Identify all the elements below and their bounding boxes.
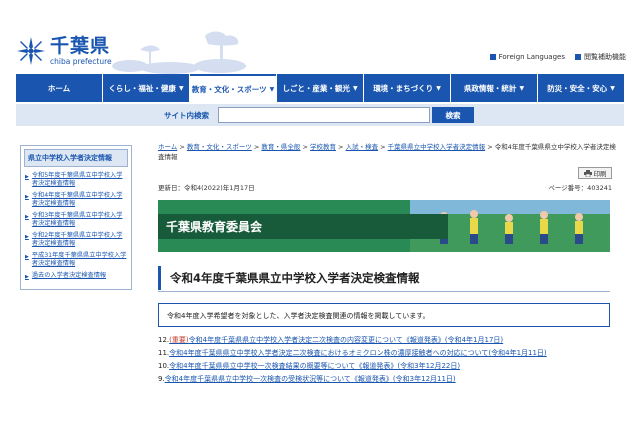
site-search-bar: サイト内検索 検索 bbox=[16, 104, 624, 126]
nav-living[interactable]: くらし・福祉・健康 ▼ bbox=[103, 74, 189, 102]
nav-environment[interactable]: 環境・まちづくり ▼ bbox=[364, 74, 450, 102]
breadcrumb: ホーム > 教育・文化・スポーツ > 教育・県全般 > 学校教育 > 入試・検査… bbox=[158, 143, 616, 161]
breadcrumb-link[interactable]: ホーム bbox=[158, 143, 177, 151]
chevron-down-icon: ▼ bbox=[269, 85, 275, 93]
logo-subtitle: chiba prefecture bbox=[50, 56, 112, 66]
site-logo[interactable]: 千葉県 chiba prefecture bbox=[16, 36, 112, 66]
sidebar-item[interactable]: ▶ 令和5年度千葉県県立中学校入学者決定検査情報 bbox=[25, 172, 127, 188]
news-item[interactable]: 10.令和4年度千葉県県立中学校一次検査結果の概要等について《報道発表》(令和3… bbox=[158, 360, 620, 373]
chevron-down-icon: ▼ bbox=[519, 84, 525, 92]
breadcrumb-link[interactable]: 学校教育 bbox=[310, 143, 336, 151]
updated-date: 更新日：令和4(2022)年1月17日 bbox=[158, 184, 255, 192]
search-label: サイト内検索 bbox=[164, 110, 209, 120]
news-item[interactable]: 12.(重要)令和4年度千葉県県立中学校入学者決定二次検査の内容変更について《報… bbox=[158, 334, 620, 347]
print-button[interactable]: 印刷 bbox=[578, 167, 612, 179]
foreign-languages-link[interactable]: Foreign Languages bbox=[489, 52, 565, 62]
breadcrumb-link[interactable]: 入試・検査 bbox=[346, 143, 379, 151]
chevron-down-icon: ▼ bbox=[178, 84, 184, 92]
news-list: 12.(重要)令和4年度千葉県県立中学校入学者決定二次検査の内容変更について《報… bbox=[158, 334, 620, 386]
arrow-right-icon: ▶ bbox=[25, 194, 29, 200]
important-tag: (重要) bbox=[169, 336, 189, 344]
chevron-down-icon: ▼ bbox=[352, 84, 358, 92]
nav-work[interactable]: しごと・産業・観光 ▼ bbox=[277, 74, 363, 102]
chevron-down-icon: ▼ bbox=[610, 84, 615, 92]
sidebar-list: ▶ 令和5年度千葉県県立中学校入学者決定検査情報 ▶ 令和4年度千葉県県立中学校入学… bbox=[21, 170, 131, 289]
search-input[interactable] bbox=[218, 107, 430, 123]
chevron-down-icon: ▼ bbox=[436, 84, 441, 92]
nav-safety[interactable]: 防災・安全・安心 ▼ bbox=[538, 74, 624, 102]
page-id: ページ番号：403241 bbox=[548, 184, 612, 192]
intro-box: 令和4年度入学希望者を対象とした、入学者決定検査関連の情報を掲載しています。 bbox=[158, 303, 610, 327]
sidebar-title[interactable]: 県立中学校入学者決定情報 bbox=[24, 149, 128, 167]
news-item[interactable]: 9.令和4年度千葉県県立中学校一次検査の受検状況等について《報道発表》(令和3年… bbox=[158, 373, 620, 386]
sidebar-item[interactable]: ▶ 令和2年度千葉県県立中学校入学者決定検査情報 bbox=[25, 232, 127, 248]
chiba-emblem-icon bbox=[17, 37, 45, 65]
arrow-right-icon: ▶ bbox=[25, 234, 29, 240]
nav-home[interactable]: ホーム bbox=[16, 74, 102, 102]
page-title: 令和4年度千葉県県立中学校入学者決定検査情報 bbox=[170, 271, 420, 285]
global-nav: ホーム くらし・福祉・健康 ▼ 教育・文化・スポーツ ▼ しごと・産業・観光 ▼ 環境… bbox=[16, 74, 624, 102]
breadcrumb-link[interactable]: 教育・県全般 bbox=[261, 143, 300, 151]
site-header: 千葉県 chiba prefecture Foreign Languages 閲… bbox=[0, 0, 640, 74]
sidebar-item[interactable]: ▶ 平成31年度千葉県県立中学校入学者決定検査情報 bbox=[25, 252, 127, 268]
page-title-block: 令和4年度千葉県県立中学校入学者決定検査情報 bbox=[158, 266, 610, 292]
sidebar-item[interactable]: ▶ 過去の入学者決定検査情報 bbox=[25, 272, 127, 281]
board-of-education-banner: 千葉県教育委員会 bbox=[158, 200, 610, 252]
search-button[interactable]: 検索 bbox=[432, 107, 474, 123]
sidebar-item[interactable]: ▶ 令和4年度千葉県県立中学校入学者決定検査情報 bbox=[25, 192, 127, 208]
arrow-right-icon: ▶ bbox=[25, 274, 29, 280]
link-bullet-icon bbox=[575, 54, 581, 60]
arrow-right-icon: ▶ bbox=[25, 174, 29, 180]
link-bullet-icon bbox=[489, 54, 496, 60]
news-item[interactable]: 11.令和4年度千葉県県立中学校入学者決定二次検査におけるオミクロン株の濃厚接触… bbox=[158, 347, 620, 360]
title-accent-bar bbox=[158, 266, 161, 290]
nav-education[interactable]: 教育・文化・スポーツ ▼ bbox=[190, 74, 276, 102]
printer-icon bbox=[583, 169, 592, 177]
breadcrumb-link[interactable]: 千葉県県立中学校入学者決定情報 bbox=[388, 143, 486, 151]
logo-title: 千葉県 bbox=[50, 34, 111, 57]
breadcrumb-link[interactable]: 教育・文化・スポーツ bbox=[187, 143, 252, 151]
nav-government[interactable]: 県政情報・統計 ▼ bbox=[451, 74, 537, 102]
arrow-right-icon: ▶ bbox=[25, 214, 29, 220]
arrow-right-icon: ▶ bbox=[25, 254, 29, 260]
local-nav-sidebar: 県立中学校入学者決定情報 ▶ 令和5年度千葉県県立中学校入学者決定検査情報 ▶ 令和… bbox=[20, 145, 132, 290]
accessibility-link[interactable]: 閲覧補助機能 bbox=[575, 52, 626, 62]
banner-title: 千葉県教育委員会 bbox=[158, 214, 448, 239]
header-scenery-illustration bbox=[112, 31, 246, 74]
header-utility-links: Foreign Languages 閲覧補助機能 bbox=[489, 52, 626, 62]
sidebar-item[interactable]: ▶ 令和3年度千葉県県立中学校入学者決定検査情報 bbox=[25, 212, 127, 228]
